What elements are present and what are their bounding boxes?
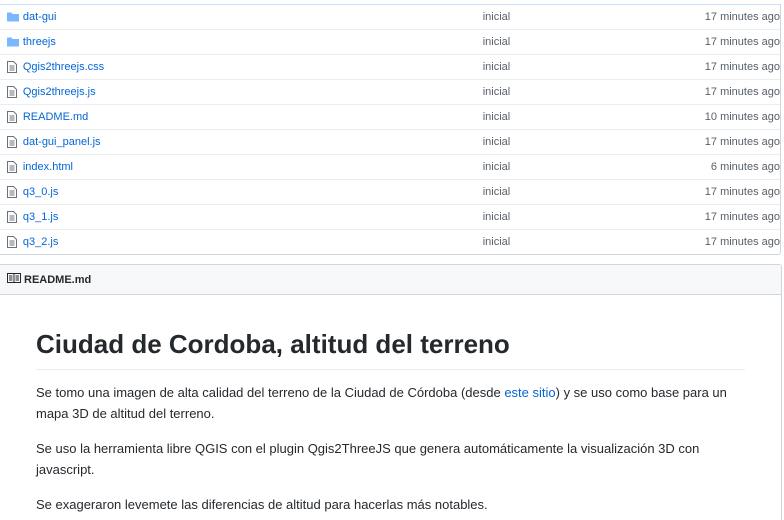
file-icon [0, 136, 23, 148]
file-icon [0, 236, 23, 248]
commit-age: 17 minutes ago [704, 136, 780, 148]
readme-title: Ciudad de Cordoba, altitud del terreno [36, 329, 745, 371]
commit-message-link[interactable]: inicial [483, 61, 666, 73]
commit-message-link[interactable]: inicial [483, 111, 666, 123]
este-sitio-link[interactable]: este sitio [504, 385, 555, 400]
file-row[interactable]: dat-gui inicial 17 minutes ago [0, 5, 780, 29]
file-icon [0, 186, 23, 198]
file-name-link[interactable]: dat-gui [23, 11, 483, 23]
commit-message-link[interactable]: inicial [483, 161, 666, 173]
file-row[interactable]: dat-gui_panel.js inicial 17 minutes ago [0, 129, 780, 154]
file-name-link[interactable]: q3_2.js [23, 236, 483, 248]
file-name-link[interactable]: README.md [23, 111, 483, 123]
commit-message-link[interactable]: inicial [483, 186, 666, 198]
file-row[interactable]: threejs inicial 17 minutes ago [0, 29, 780, 54]
commit-message-link[interactable]: inicial [483, 11, 666, 23]
file-row[interactable]: index.html inicial 6 minutes ago [0, 154, 780, 179]
commit-age: 6 minutes ago [710, 161, 780, 173]
readme-header-label: README.md [24, 273, 92, 286]
file-row[interactable]: q3_0.js inicial 17 minutes ago [0, 179, 780, 204]
file-name-link[interactable]: index.html [23, 161, 483, 173]
file-row[interactable]: Qgis2threejs.css inicial 17 minutes ago [0, 54, 780, 79]
file-icon [0, 86, 23, 98]
commit-age: 17 minutes ago [704, 186, 780, 198]
file-row[interactable]: q3_2.js inicial 17 minutes ago [0, 229, 780, 254]
commit-age: 10 minutes ago [704, 111, 780, 123]
file-icon [0, 211, 23, 223]
commit-age: 17 minutes ago [704, 36, 780, 48]
book-icon [7, 272, 24, 287]
readme-panel: README.md Ciudad de Cordoba, altitud del… [0, 264, 782, 520]
file-row[interactable]: README.md inicial 10 minutes ago [0, 104, 780, 129]
file-name-link[interactable]: Qgis2threejs.css [23, 61, 483, 73]
folder-icon [0, 12, 23, 22]
readme-paragraph-2: Se uso la herramienta libre QGIS con el … [36, 441, 700, 478]
commit-age: 17 minutes ago [704, 11, 780, 23]
file-name-link[interactable]: q3_0.js [23, 186, 483, 198]
file-row[interactable]: q3_1.js inicial 17 minutes ago [0, 204, 780, 229]
file-list: dat-gui inicial 17 minutes ago threejs inici… [0, 4, 781, 255]
folder-icon [0, 37, 23, 47]
commit-message-link[interactable]: inicial [483, 36, 666, 48]
file-icon [0, 161, 23, 173]
readme-header: README.md [0, 265, 781, 295]
commit-age: 17 minutes ago [704, 236, 780, 248]
file-icon [0, 61, 23, 73]
commit-age: 17 minutes ago [704, 61, 780, 73]
file-name-link[interactable]: dat-gui_panel.js [23, 136, 483, 148]
commit-message-link[interactable]: inicial [483, 136, 666, 148]
readme-paragraph-1: Se tomo una imagen de alta calidad del t… [36, 382, 745, 424]
commit-message-link[interactable]: inicial [483, 86, 666, 98]
file-name-link[interactable]: q3_1.js [23, 211, 483, 223]
commit-message-link[interactable]: inicial [483, 236, 666, 248]
readme-article: Ciudad de Cordoba, altitud del terreno S… [0, 329, 781, 515]
readme-paragraph-3: Se exageraron levemete las diferencias d… [36, 497, 488, 513]
commit-message-link[interactable]: inicial [483, 211, 666, 223]
file-icon [0, 111, 23, 123]
paragraph-1-text-start: Se tomo una imagen de alta calidad del t… [36, 385, 505, 401]
file-name-link[interactable]: threejs [23, 36, 483, 48]
file-name-link[interactable]: Qgis2threejs.js [23, 86, 483, 98]
commit-age: 17 minutes ago [704, 86, 780, 98]
commit-age: 17 minutes ago [704, 211, 780, 223]
file-row[interactable]: Qgis2threejs.js inicial 17 minutes ago [0, 79, 780, 104]
